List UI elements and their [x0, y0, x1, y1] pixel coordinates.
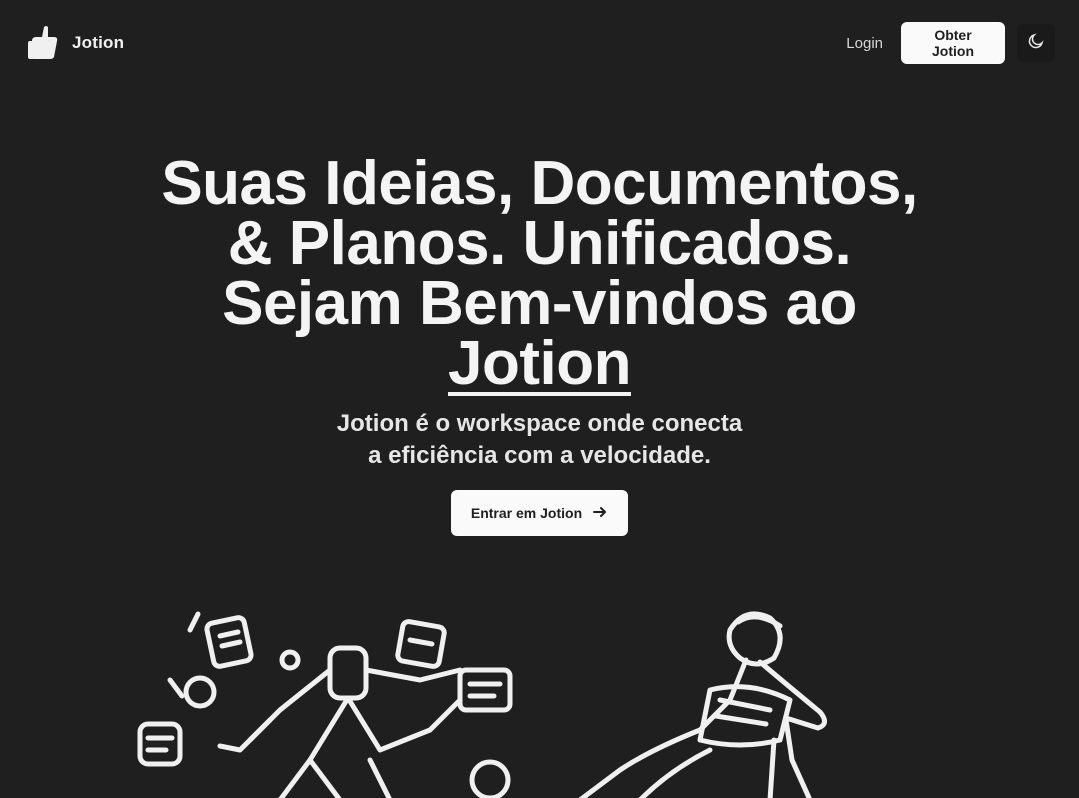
headline-line-1: Suas Ideias, Documentos,	[161, 149, 918, 218]
reading-illustration	[560, 600, 860, 798]
brand[interactable]: Jotion	[26, 23, 124, 63]
subtitle-line-1: Jotion é o workspace onde conecta	[336, 410, 743, 437]
moon-icon	[1027, 32, 1045, 55]
subtitle-line-2: a eficiência com a velocidade.	[368, 442, 711, 469]
get-jotion-free-button[interactable]: Obter Jotion	[901, 22, 1005, 64]
documents-illustration	[130, 600, 530, 798]
hero-headline: Suas Ideias, Documentos, & Planos. Unifi…	[0, 153, 1079, 398]
enter-jotion-button[interactable]: Entrar em Jotion	[450, 490, 629, 536]
arrow-right-icon	[592, 504, 608, 523]
theme-toggle-button[interactable]	[1017, 24, 1055, 62]
logo-icon	[26, 23, 62, 63]
navbar: Jotion Login Obter Jotion	[0, 0, 1079, 86]
landing-page: Jotion Login Obter Jotion Suas Ideias, D…	[0, 0, 1079, 798]
cta-label: Entrar em Jotion	[470, 505, 583, 521]
hero-subtitle: Jotion é o workspace onde conecta a efic…	[320, 408, 760, 472]
login-link[interactable]: Login	[840, 27, 889, 60]
headline-line-2: & Planos. Unificados.	[227, 209, 852, 278]
brand-name: Jotion	[72, 33, 125, 52]
nav-actions: Login Obter Jotion	[840, 22, 1055, 64]
hero-section: Suas Ideias, Documentos, & Planos. Unifi…	[0, 153, 1079, 536]
headline-brand-word: Jotion	[448, 329, 631, 398]
headline-line-3: Sejam Bem-vindos ao	[222, 269, 857, 338]
